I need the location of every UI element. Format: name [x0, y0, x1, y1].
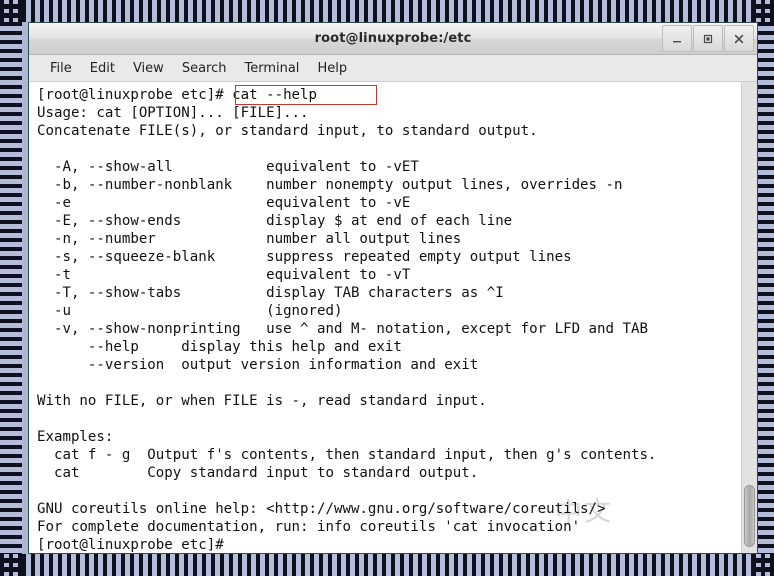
- wallpaper-corner-br: [752, 554, 774, 576]
- wallpaper-stripe-left: [0, 22, 22, 554]
- close-button[interactable]: [724, 25, 754, 52]
- minimize-icon: [673, 40, 681, 42]
- terminal-line: Usage: cat [OPTION]... [FILE]...: [37, 105, 309, 121]
- terminal-text: [root@linuxprobe etc]# cat --help Usage: …: [37, 86, 741, 553]
- terminal-line: --version output version information and…: [37, 357, 479, 373]
- wallpaper-stripe-top: [22, 0, 752, 22]
- wallpaper-corner-bl: [0, 554, 22, 576]
- terminal-line: -s, --squeeze-blank suppress repeated em…: [37, 249, 572, 265]
- scrollbar-thumb[interactable]: [744, 485, 755, 547]
- terminal-line: [root@linuxprobe etc]#: [37, 537, 224, 553]
- wallpaper-stripe-bottom: [22, 554, 752, 576]
- window-title: root@linuxprobe:/etc: [314, 31, 472, 46]
- terminal-line: cat f - g Output f's contents, then stan…: [37, 447, 657, 463]
- terminal-line: -E, --show-ends display $ at end of each…: [37, 213, 513, 229]
- menu-item-search[interactable]: Search: [173, 59, 236, 78]
- window-titlebar[interactable]: root@linuxprobe:/etc: [29, 23, 757, 55]
- terminal-line: -t equivalent to -vT: [37, 267, 411, 283]
- wallpaper-corner-tr: [752, 0, 774, 22]
- terminal-body: 中文 [root@linuxprobe etc]# cat --help Usag…: [29, 82, 757, 553]
- menu-item-help[interactable]: Help: [308, 59, 356, 78]
- terminal-line: -u (ignored): [37, 303, 343, 319]
- terminal-line: -n, --number number all output lines: [37, 231, 462, 247]
- terminal-line: -T, --show-tabs display TAB characters a…: [37, 285, 504, 301]
- maximize-button[interactable]: [693, 25, 723, 52]
- terminal-line: cat Copy standard input to standard outp…: [37, 465, 479, 481]
- wallpaper-corner-tl: [0, 0, 22, 22]
- terminal-line: -b, --number-nonblank number nonempty ou…: [37, 177, 623, 193]
- terminal-output-area[interactable]: 中文 [root@linuxprobe etc]# cat --help Usag…: [29, 82, 741, 553]
- terminal-line: With no FILE, or when FILE is -, read st…: [37, 393, 487, 409]
- terminal-line: --help display this help and exit: [37, 339, 402, 355]
- menu-item-edit[interactable]: Edit: [81, 59, 124, 78]
- window-controls: [661, 25, 754, 52]
- terminal-line: [root@linuxprobe etc]# cat --help: [37, 87, 318, 103]
- terminal-window: root@linuxprobe:/etc File Edit View Sear…: [28, 22, 758, 554]
- close-icon: [734, 34, 744, 43]
- menu-item-view[interactable]: View: [124, 59, 173, 78]
- terminal-scrollbar[interactable]: [741, 82, 757, 553]
- terminal-line: For complete documentation, run: info co…: [37, 519, 581, 535]
- minimize-button[interactable]: [662, 25, 692, 52]
- menu-bar: File Edit View Search Terminal Help: [29, 55, 757, 82]
- terminal-line: Examples:: [37, 429, 114, 445]
- menu-item-file[interactable]: File: [41, 59, 81, 78]
- maximize-icon: [703, 34, 713, 43]
- menu-item-terminal[interactable]: Terminal: [235, 59, 308, 78]
- terminal-line: -A, --show-all equivalent to -vET: [37, 159, 419, 175]
- terminal-line: -e equivalent to -vE: [37, 195, 411, 211]
- terminal-line: Concatenate FILE(s), or standard input, …: [37, 123, 538, 139]
- terminal-line: GNU coreutils online help: <http://www.g…: [37, 501, 606, 517]
- terminal-line: -v, --show-nonprinting use ^ and M- nota…: [37, 321, 648, 337]
